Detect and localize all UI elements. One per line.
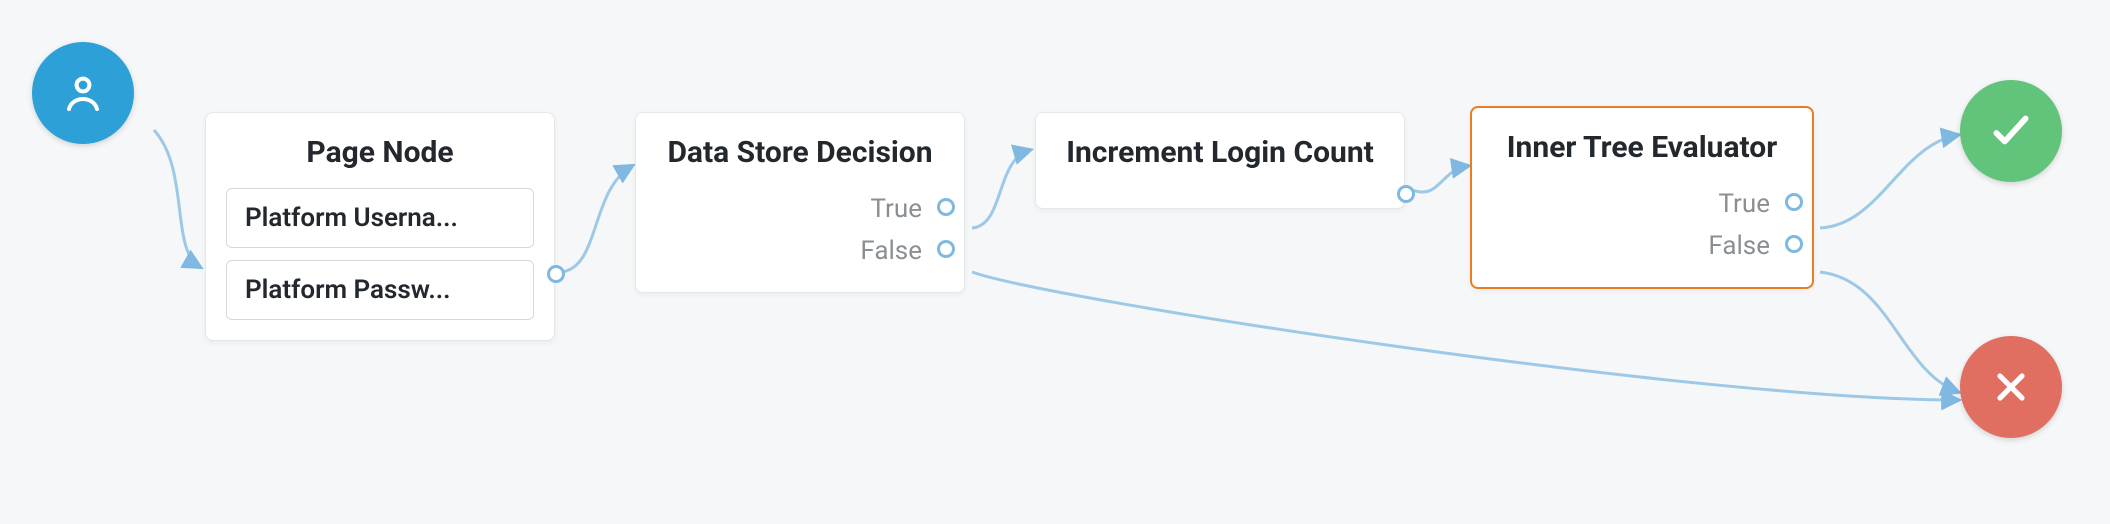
edge-decision-false-to-failure	[972, 272, 1958, 400]
edge-inner-true-to-success	[1820, 135, 1958, 228]
edge-start-to-page	[154, 130, 200, 267]
edge-increment-to-inner	[1412, 166, 1468, 192]
output-port-false[interactable]	[1785, 235, 1803, 253]
page-item-username[interactable]: Platform Userna...	[226, 188, 534, 248]
node-title: Increment Login Count	[1056, 135, 1384, 170]
check-icon	[1986, 106, 2036, 156]
terminal-success[interactable]	[1960, 80, 2062, 182]
outcome-label: False	[860, 236, 922, 266]
outcome-label: True	[1719, 189, 1771, 219]
node-title: Page Node	[226, 135, 534, 170]
outcome-label: False	[1708, 231, 1770, 261]
edge-inner-false-to-failure	[1820, 272, 1958, 392]
start-node[interactable]	[32, 42, 134, 144]
output-port-false[interactable]	[937, 240, 955, 258]
output-port[interactable]	[547, 265, 565, 283]
node-title: Inner Tree Evaluator	[1492, 130, 1792, 165]
user-icon	[59, 69, 107, 117]
close-icon	[1989, 365, 2033, 409]
terminal-failure[interactable]	[1960, 336, 2062, 438]
node-data-store-decision[interactable]: Data Store Decision True False	[635, 112, 965, 293]
outcome-label: True	[871, 194, 923, 224]
output-port-true[interactable]	[1785, 193, 1803, 211]
output-port-true[interactable]	[937, 198, 955, 216]
node-inner-tree-evaluator[interactable]: Inner Tree Evaluator True False	[1470, 106, 1814, 289]
outcome-false[interactable]: False	[656, 230, 944, 272]
edge-page-to-decision	[560, 166, 632, 272]
node-increment-login-count[interactable]: Increment Login Count	[1035, 112, 1405, 209]
node-page[interactable]: Page Node Platform Userna... Platform Pa…	[205, 112, 555, 341]
page-item-password[interactable]: Platform Passw...	[226, 260, 534, 320]
outcome-true[interactable]: True	[1492, 183, 1792, 225]
node-title: Data Store Decision	[656, 135, 944, 170]
edge-decision-true-to-increment	[972, 150, 1030, 228]
outcome-false[interactable]: False	[1492, 225, 1792, 267]
outcome-true[interactable]: True	[656, 188, 944, 230]
output-port[interactable]	[1397, 185, 1415, 203]
